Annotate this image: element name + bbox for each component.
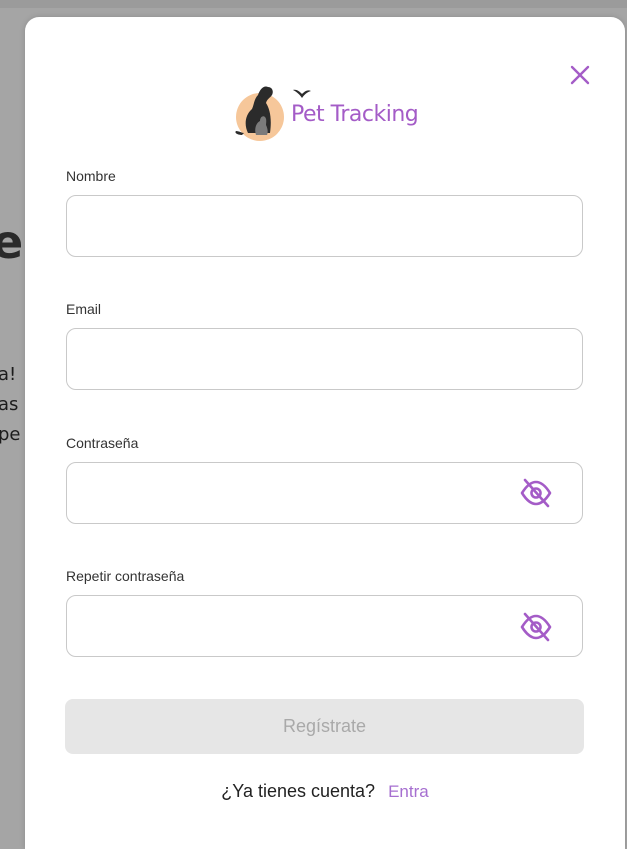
- background-heading: e: [0, 215, 24, 269]
- register-button[interactable]: Regístrate: [65, 699, 584, 754]
- login-prompt-text: ¿Ya tienes cuenta?: [221, 781, 376, 801]
- login-link[interactable]: Entra: [388, 782, 429, 801]
- app-logo: Pet Tracking: [230, 75, 430, 145]
- repeat-password-input[interactable]: [66, 595, 583, 657]
- email-input[interactable]: [66, 328, 583, 390]
- email-label: Email: [66, 301, 102, 317]
- eye-off-icon[interactable]: [518, 609, 554, 645]
- background-top-strip: [0, 0, 627, 8]
- password-input[interactable]: [66, 462, 583, 524]
- repeat-password-label: Repetir contraseña: [66, 568, 185, 584]
- background-text-line: a!: [0, 364, 17, 385]
- close-icon[interactable]: [567, 62, 593, 88]
- background-text-line: pe: [0, 424, 21, 445]
- background-text-line: as: [0, 394, 19, 415]
- login-prompt: ¿Ya tienes cuenta? Entra: [25, 781, 625, 802]
- name-label: Nombre: [66, 168, 116, 184]
- name-input[interactable]: [66, 195, 583, 257]
- bird-icon: [293, 89, 311, 98]
- register-modal: Pet Tracking Nombre Email Contraseña Rep…: [25, 17, 625, 849]
- dog-cat-logo-icon: [235, 86, 284, 141]
- eye-off-icon[interactable]: [518, 475, 554, 511]
- password-label: Contraseña: [66, 435, 139, 451]
- logo-text: Pet Tracking: [291, 102, 419, 127]
